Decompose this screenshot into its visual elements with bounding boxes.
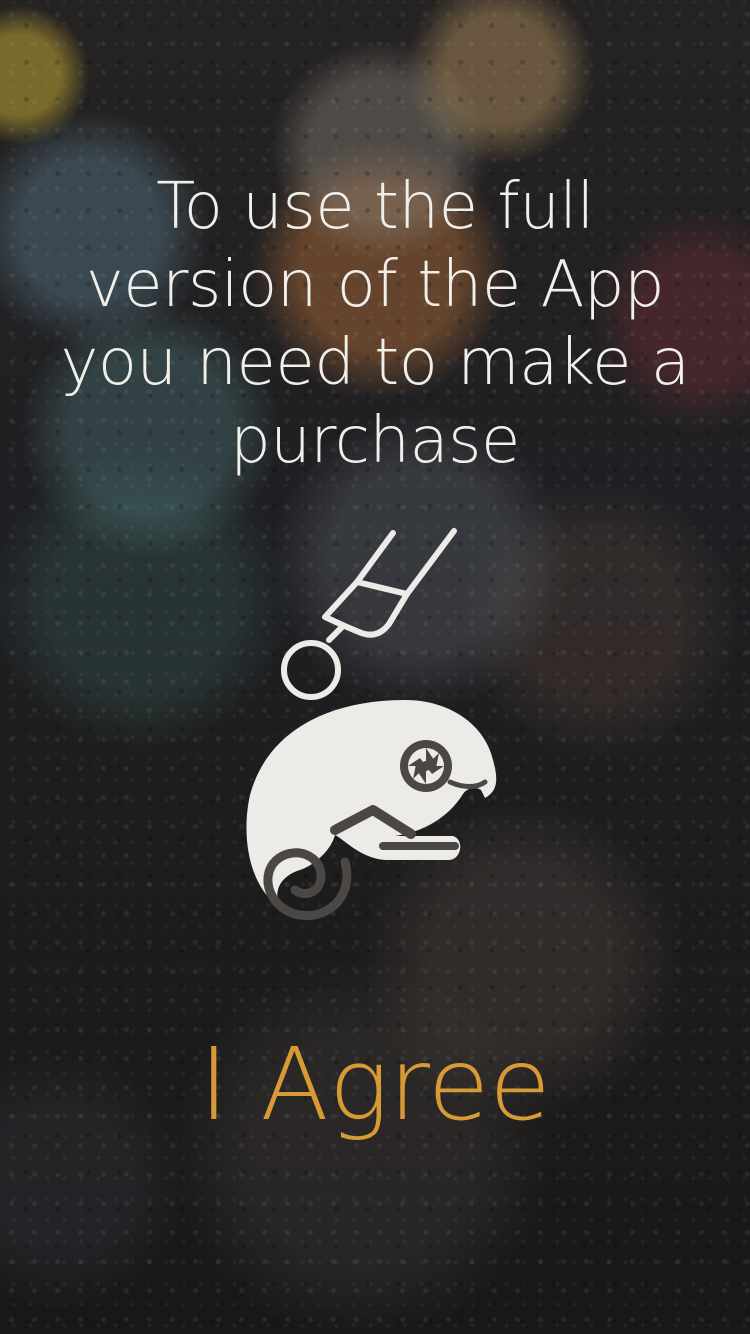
pen-nib-icon	[281, 528, 457, 700]
camera-aperture-icon	[400, 740, 452, 792]
purchase-message: To use the full version of the App you n…	[60, 170, 690, 478]
chameleon-camera-logo	[246, 700, 497, 920]
app-illustration	[246, 528, 497, 920]
purchase-screen: To use the full version of the App you n…	[0, 0, 750, 1334]
agree-button[interactable]: I Agree	[0, 1025, 750, 1145]
